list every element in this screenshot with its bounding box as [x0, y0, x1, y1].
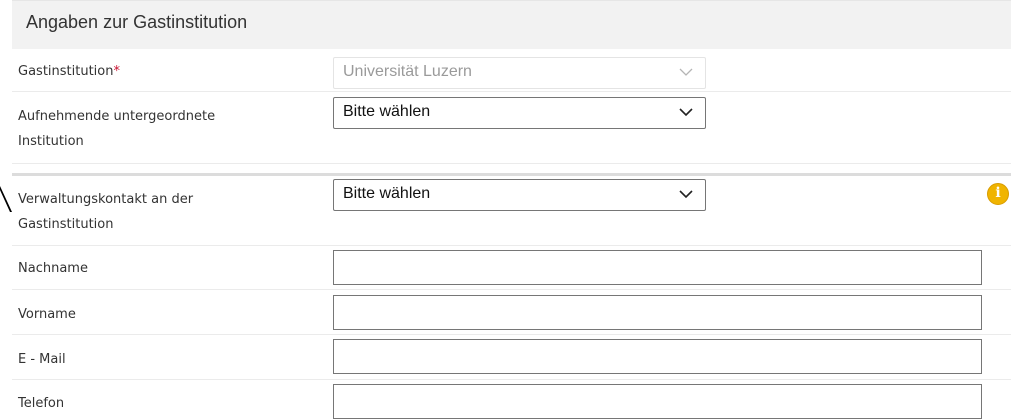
- chevron-down-icon: [679, 68, 693, 76]
- telefon-input[interactable]: [333, 384, 982, 419]
- nachname-input[interactable]: [333, 250, 982, 285]
- gastinstitution-label-text: Gastinstitution: [18, 64, 114, 79]
- telefon-label: Telefon: [18, 396, 65, 411]
- aufnehmende-label-line2: Institution: [18, 134, 84, 149]
- row-divider: [12, 334, 1011, 335]
- group-divider: [12, 173, 1011, 176]
- info-icon-glyph: i: [995, 185, 1001, 201]
- required-marker: *: [113, 64, 120, 79]
- aufnehmende-label-line1: Aufnehmende untergeordnete: [18, 109, 216, 124]
- nachname-label: Nachname: [18, 261, 88, 276]
- row-divider: [12, 163, 1011, 164]
- gastinstitution-label: Gastinstitution*: [18, 59, 120, 84]
- row-divider: [12, 289, 1011, 290]
- aufnehmende-select-value: Bitte wählen: [343, 103, 431, 120]
- verwaltungskontakt-select-value: Bitte wählen: [343, 185, 431, 202]
- row-divider: [12, 245, 1011, 246]
- info-icon[interactable]: i: [987, 183, 1009, 205]
- email-label: E - Mail: [18, 352, 66, 367]
- section-title: Angaben zur Gastinstitution: [26, 12, 248, 32]
- verwaltungskontakt-label: Verwaltungskontakt an der Gastinstitutio…: [18, 187, 193, 237]
- gastinstitution-select[interactable]: Universität Luzern: [333, 57, 706, 89]
- chevron-down-icon: [679, 108, 693, 117]
- aufnehmende-select[interactable]: Bitte wählen: [333, 97, 706, 129]
- vorname-label: Vorname: [18, 307, 76, 322]
- section-header: Angaben zur Gastinstitution: [12, 0, 1011, 49]
- row-divider: [12, 91, 1011, 92]
- verwaltungskontakt-label-line2: Gastinstitution: [18, 217, 114, 232]
- email-input[interactable]: [333, 339, 982, 374]
- row-divider: [12, 379, 1011, 380]
- vorname-input[interactable]: [333, 295, 982, 330]
- chevron-down-icon: [679, 190, 693, 199]
- gastinstitution-select-value: Universität Luzern: [343, 63, 472, 80]
- verwaltungskontakt-select[interactable]: Bitte wählen: [333, 179, 706, 211]
- stray-stroke-mark: [0, 186, 12, 212]
- aufnehmende-label: Aufnehmende untergeordnete Institution: [18, 104, 215, 154]
- verwaltungskontakt-label-line1: Verwaltungskontakt an der: [18, 192, 194, 207]
